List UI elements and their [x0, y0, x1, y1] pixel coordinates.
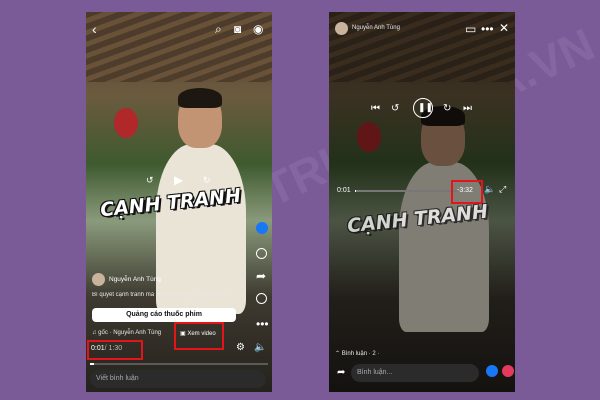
- share-icon[interactable]: ➦: [256, 270, 266, 282]
- watch-label: Xem video: [187, 331, 216, 337]
- watch-video-button[interactable]: ▣ Xem video: [180, 330, 216, 337]
- forward-icon[interactable]: ↻: [443, 104, 451, 114]
- profile-icon[interactable]: ◉: [253, 23, 263, 35]
- cta-button[interactable]: Quảng cáo thuốc phim: [92, 308, 236, 322]
- roof: [86, 12, 272, 82]
- search-icon[interactable]: ⌕: [215, 23, 222, 35]
- like-icon[interactable]: [486, 365, 498, 377]
- progress-bar[interactable]: [355, 190, 459, 192]
- meta-line: ♫ gốc · Nguyễn Anh Tùng: [92, 330, 162, 336]
- volume-icon[interactable]: 🔈: [254, 343, 266, 353]
- forward-icon[interactable]: ↻: [203, 176, 211, 185]
- more-icon[interactable]: •••: [481, 23, 494, 35]
- love-icon[interactable]: [502, 365, 514, 377]
- channel-name[interactable]: Nguyễn Anh Tùng: [352, 25, 400, 31]
- next-icon[interactable]: ⏭: [463, 104, 472, 114]
- previous-icon[interactable]: ⏮: [371, 104, 380, 114]
- volume-icon[interactable]: 🔈: [484, 185, 495, 194]
- time-remaining: -3:32: [457, 187, 473, 194]
- more-icon[interactable]: •••: [256, 318, 269, 330]
- comment-placeholder: Bình luận...: [357, 369, 393, 376]
- progress-bar[interactable]: [90, 363, 268, 365]
- comment-icon[interactable]: [256, 248, 267, 259]
- time-display: 0:01/ 1:30: [91, 345, 122, 352]
- rewind-icon[interactable]: ↺: [146, 176, 154, 185]
- meta-prefix: gốc: [98, 330, 108, 336]
- meta-channel: Nguyễn Anh Tùng: [113, 330, 162, 336]
- left-video-screen[interactable]: ‹ ⌕ ◙ ◉ ↺ ▶ ↻ CẠNH TRANH ➦ ••• Nguyễn An…: [86, 12, 272, 392]
- comment-input[interactable]: Bình luận...: [351, 364, 479, 382]
- cast-icon[interactable]: ▭: [465, 23, 476, 35]
- back-icon[interactable]: ‹: [92, 22, 97, 36]
- right-video-screen[interactable]: Nguyễn Anh Tùng ▭ ••• ✕ ⏮ ↺ ❚❚ ↻ ⏭ 0:01 …: [329, 12, 515, 392]
- time-current: 0:01: [337, 187, 351, 194]
- comment-placeholder: Viết bình luận: [96, 375, 139, 382]
- video-caption: Bí quyết cạnh tranh mà đối thủ không... …: [92, 292, 225, 298]
- lantern: [114, 108, 138, 138]
- comments-label: Bình luận · 2 ·: [341, 351, 380, 357]
- settings-icon[interactable]: ⚙: [236, 343, 245, 353]
- progress-fill: [355, 190, 357, 192]
- pause-icon: ❚❚: [418, 102, 434, 112]
- time-current: 0:01: [91, 345, 105, 352]
- fullscreen-icon[interactable]: ⤢: [499, 185, 506, 194]
- camera-icon[interactable]: ◙: [234, 23, 241, 35]
- controls-overlay: [329, 12, 515, 392]
- share-icon[interactable]: ➦: [337, 368, 345, 378]
- time-total: / 1:30: [104, 345, 123, 352]
- avatar[interactable]: [335, 22, 348, 35]
- comments-header[interactable]: ⌃ Bình luận · 2 ·: [335, 350, 379, 357]
- close-icon[interactable]: ✕: [499, 22, 509, 34]
- like-icon[interactable]: [256, 222, 268, 234]
- progress-fill: [90, 363, 94, 365]
- channel-name[interactable]: Nguyễn Anh Tùng: [109, 276, 161, 283]
- comment-input[interactable]: Viết bình luận: [90, 370, 266, 388]
- rewind-icon[interactable]: ↺: [391, 104, 399, 114]
- play-icon[interactable]: ▶: [174, 174, 183, 186]
- avatar[interactable]: [92, 273, 105, 286]
